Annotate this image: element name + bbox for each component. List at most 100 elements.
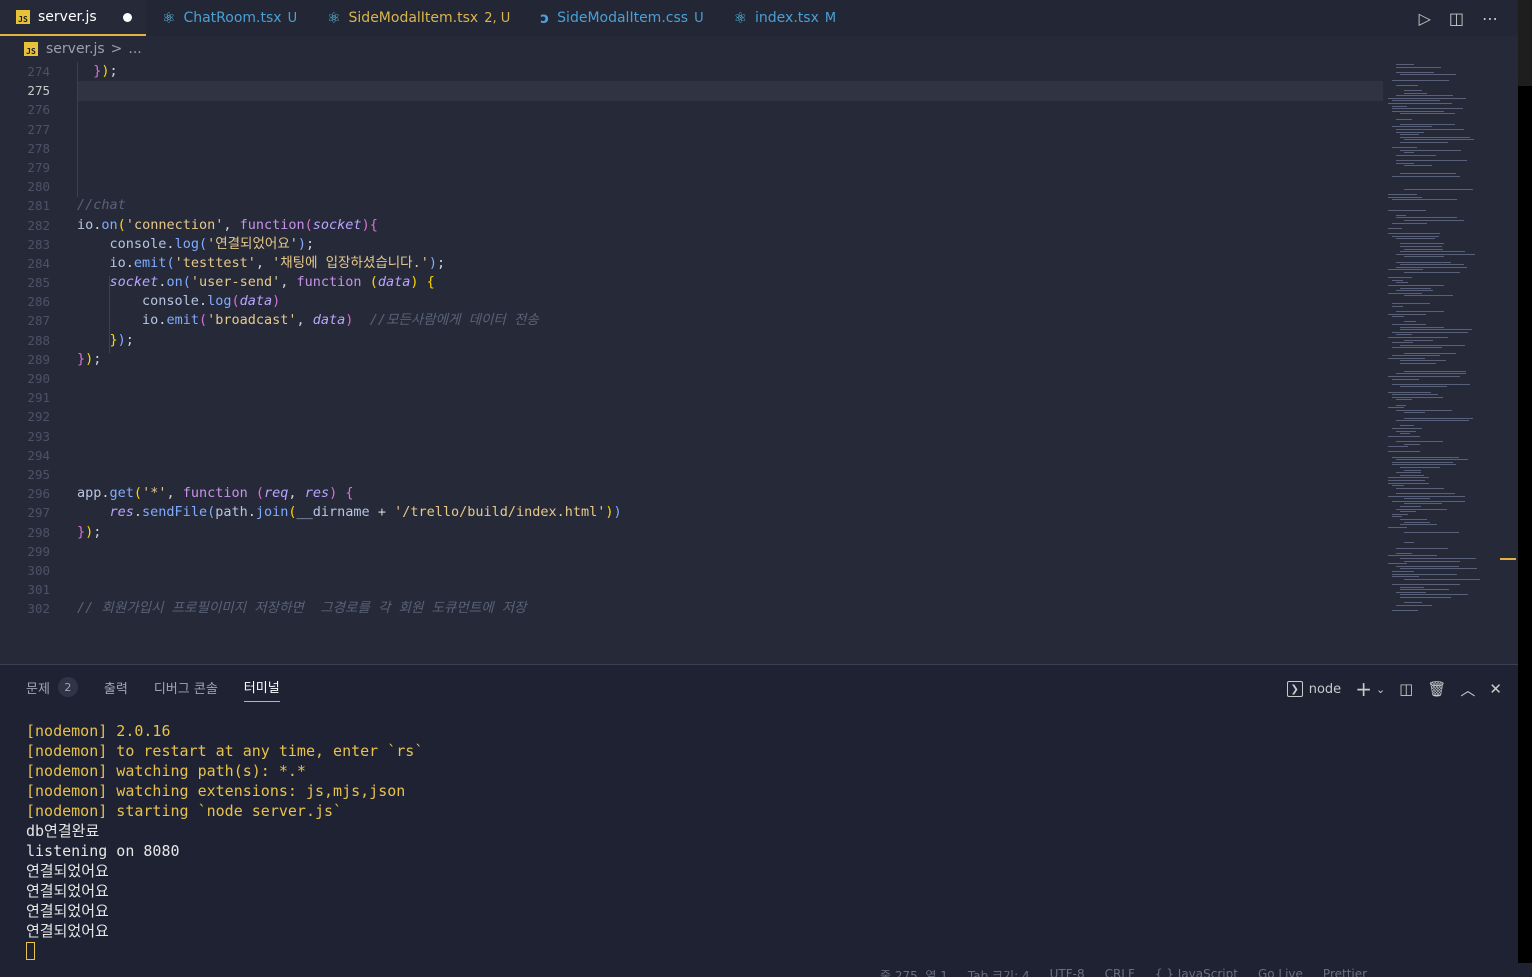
tab-terminal[interactable]: 터미널	[243, 677, 280, 702]
trash-icon[interactable]: 🗑	[1427, 680, 1446, 698]
go-live-button[interactable]: Go Live	[1258, 967, 1303, 977]
end-of-line[interactable]: CRLF	[1105, 967, 1135, 977]
run-play-icon[interactable]: ▷	[1419, 9, 1431, 28]
code-line: //chat	[77, 197, 126, 214]
minimap-line	[1392, 464, 1456, 466]
cursor-position[interactable]: 줄 275, 열 1	[880, 967, 948, 977]
minimap-line	[1388, 209, 1426, 211]
minimap-line	[1400, 597, 1451, 598]
terminal-line: 연결되었어요	[26, 882, 109, 900]
minimap-line	[1388, 477, 1429, 479]
minimap-line	[1400, 594, 1468, 596]
editor-actions: ▷ ◫ ⋯	[1419, 0, 1518, 36]
code-content[interactable]: }); //chat io.on('connection', function(…	[77, 62, 622, 618]
minimap-line	[1396, 71, 1434, 73]
code-line: io.on('connection', function(socket){	[77, 216, 378, 233]
encoding[interactable]: UTF-8	[1050, 967, 1085, 977]
minimap-line	[1392, 126, 1432, 128]
line-number: 291	[27, 390, 50, 406]
minimap-line	[1396, 604, 1432, 606]
minimap-scroll-marker	[1500, 558, 1516, 560]
minimap-line	[1400, 589, 1449, 591]
minimap-line	[1400, 173, 1456, 175]
code-line: });	[93, 63, 118, 79]
tab-output[interactable]: 출력	[104, 677, 128, 702]
minimap-line	[1404, 220, 1464, 221]
split-terminal-icon[interactable]: ◫	[1399, 680, 1413, 698]
minimap-line	[1396, 404, 1406, 406]
terminal-line: [nodemon] 2.0.16	[26, 722, 171, 740]
tab-problems[interactable]: 문제 2	[26, 677, 78, 702]
line-number: 282	[27, 217, 50, 233]
tab-sidemodalitem-tsx[interactable]: ⚛ SideModalItem.tsx 2, U	[311, 0, 524, 36]
indentation[interactable]: Tab 크기: 4	[968, 967, 1030, 977]
tab-label: index.tsx	[755, 10, 819, 26]
css-file-icon: ↄ	[540, 9, 550, 27]
bottom-panel: 문제 2 출력 디버그 콘솔 터미널 ❯ node + ⌄ ◫ 🗑 ︿ ✕ [n…	[0, 664, 1518, 963]
minimap-line	[1388, 292, 1422, 294]
split-editor-icon[interactable]: ◫	[1449, 9, 1464, 28]
minimap-line	[1392, 305, 1403, 307]
minimap-line	[1388, 391, 1431, 393]
tab-debug-console[interactable]: 디버그 콘솔	[154, 677, 218, 702]
tab-label: 터미널	[243, 681, 280, 696]
tab-server-js[interactable]: JS server.js	[0, 0, 146, 36]
terminal-selector[interactable]: ❯ node	[1286, 681, 1341, 697]
breadcrumb-symbols[interactable]: ...	[128, 41, 141, 57]
minimap-line	[1396, 547, 1448, 549]
git-status-badge: 2, U	[484, 10, 511, 26]
minimap-line	[1396, 282, 1408, 284]
breadcrumb-file[interactable]: server.js	[46, 41, 105, 57]
minimap-line	[1388, 313, 1426, 315]
more-actions-icon[interactable]: ⋯	[1482, 9, 1498, 28]
minimap-line	[1400, 136, 1470, 138]
terminal-line: [nodemon] watching path(s): *.*	[26, 762, 306, 780]
terminal-line: 연결되었어요	[26, 902, 109, 920]
line-number: 279	[27, 159, 50, 175]
unsaved-changes-dot-icon[interactable]	[123, 12, 132, 22]
tab-chatroom-tsx[interactable]: ⚛ ChatRoom.tsx U	[146, 0, 311, 36]
minimap-line	[1400, 287, 1431, 289]
minimap-line	[1392, 100, 1440, 102]
minimap-line	[1404, 532, 1459, 533]
new-terminal-plus-icon[interactable]: +	[1355, 677, 1372, 701]
prettier-status[interactable]: Prettier	[1323, 967, 1367, 977]
minimap-line	[1392, 316, 1404, 318]
minimap-line	[1400, 251, 1465, 253]
minimap-line	[1388, 227, 1402, 229]
minimap-line	[1400, 264, 1464, 266]
tab-index-tsx[interactable]: ⚛ index.tsx M	[718, 0, 851, 36]
minimap-line	[1396, 493, 1455, 494]
minimap-line	[1404, 443, 1420, 445]
minimap[interactable]	[1384, 62, 1518, 664]
minimap-line	[1392, 573, 1457, 575]
minimap-line	[1396, 217, 1457, 219]
terminal-output[interactable]: [nodemon] 2.0.16 [nodemon] to restart at…	[26, 721, 423, 960]
minimap-line	[1396, 591, 1426, 593]
minimap-line	[1396, 565, 1459, 567]
minimap-line	[1392, 396, 1443, 398]
code-editor[interactable]: 274 275 276 277 278 279 280 281 282 283 284 285 286 2…	[0, 62, 1518, 664]
language-mode[interactable]: { } JavaScript	[1155, 967, 1238, 977]
minimap-line	[1404, 370, 1466, 372]
chevron-down-icon[interactable]: ⌄	[1376, 683, 1385, 696]
minimap-line	[1392, 485, 1404, 487]
panel-tabs: 문제 2 출력 디버그 콘솔 터미널	[26, 677, 280, 702]
minimap-line	[1396, 552, 1412, 554]
minimap-line	[1400, 474, 1424, 476]
react-file-icon: ⚛	[327, 9, 341, 27]
tab-sidemodalitem-css[interactable]: ↄ SideModalItem.css U	[524, 0, 717, 36]
minimap-line	[1396, 472, 1421, 474]
chevron-up-icon[interactable]: ︿	[1460, 679, 1475, 700]
line-number: 295	[27, 466, 50, 482]
minimap-line	[1404, 188, 1473, 190]
javascript-file-icon: JS	[16, 10, 30, 24]
line-number: 301	[27, 582, 50, 598]
tab-label: 디버그 콘솔	[153, 681, 218, 697]
close-icon[interactable]: ✕	[1489, 680, 1502, 698]
minimap-line	[1400, 467, 1440, 468]
minimap-line	[1404, 256, 1444, 258]
minimap-line	[1392, 500, 1465, 502]
